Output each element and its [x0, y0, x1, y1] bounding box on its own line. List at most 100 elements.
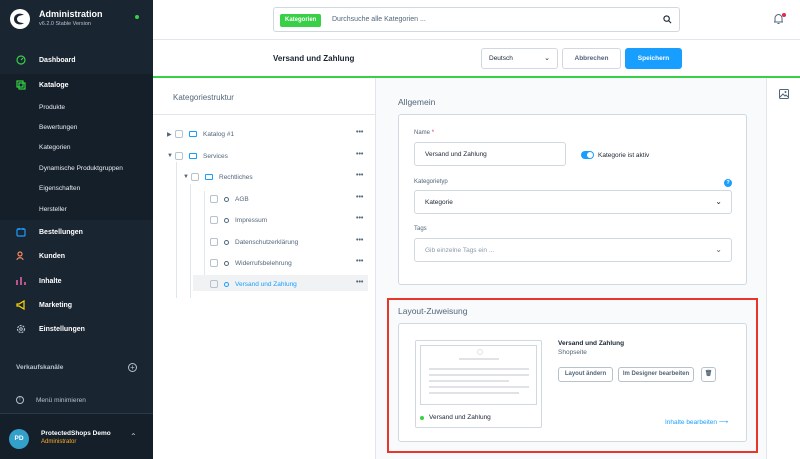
- catalog-icon: [16, 80, 26, 90]
- user-profile[interactable]: PD ProtectedShops Demo Administrator ⌃: [0, 413, 153, 459]
- search-icon[interactable]: [663, 15, 672, 24]
- app-version: v6.2.0 Stable Version: [39, 21, 91, 27]
- general-section-title: Allgemein: [398, 97, 436, 107]
- save-button[interactable]: Speichern: [625, 48, 682, 69]
- user-name: ProtectedShops Demo: [41, 430, 111, 437]
- tags-input[interactable]: Gib einzelne Tags ein ... ⌄: [414, 238, 732, 262]
- language-value: Deutsch: [489, 55, 513, 62]
- category-type-select[interactable]: Kategorie ⌄: [414, 190, 732, 214]
- category-tree-panel: Kategoriestruktur ▶ Katalog #1 ••• ▼ Ser…: [153, 78, 376, 459]
- tree-checkbox[interactable]: [210, 216, 218, 224]
- user-role: Administrator: [41, 439, 77, 445]
- tree-item-label: Rechtliches: [219, 173, 253, 181]
- sub-eigenschaften[interactable]: Eigenschaften: [39, 185, 80, 192]
- nav-dashboard[interactable]: Dashboard: [0, 49, 153, 71]
- tree-item-agb[interactable]: AGB: [210, 192, 249, 206]
- add-sales-channel-icon[interactable]: +: [128, 363, 137, 372]
- type-label: Kategorietyp: [414, 179, 448, 185]
- nav-bestellungen[interactable]: Bestellungen: [0, 221, 153, 243]
- context-menu-button[interactable]: •••: [356, 279, 363, 286]
- tree-checkbox[interactable]: [210, 259, 218, 267]
- chevron-down-icon: ⌄: [544, 55, 550, 62]
- nav-inhalte-label: Inhalte: [39, 277, 62, 285]
- context-menu-button[interactable]: •••: [356, 237, 363, 244]
- name-field[interactable]: Versand und Zahlung: [414, 142, 566, 166]
- search-input[interactable]: Durchsuche alle Kategorien ...: [332, 16, 426, 23]
- context-menu-button[interactable]: •••: [356, 172, 363, 179]
- sub-kategorien[interactable]: Kategorien: [39, 144, 70, 151]
- sub-dynamische-produktgruppen[interactable]: Dynamische Produktgruppen: [39, 165, 123, 172]
- topbar: Kategorien Durchsuche alle Kategorien ..…: [153, 0, 800, 40]
- minimize-menu-label: Menü minimieren: [36, 396, 86, 404]
- nav-kunden-label: Kunden: [39, 252, 66, 260]
- page-icon: [224, 196, 229, 202]
- page-header: Versand und Zahlung Deutsch ⌄ Abbrechen …: [153, 40, 800, 78]
- sub-bewertungen[interactable]: Bewertungen: [39, 124, 77, 131]
- tree-checkbox[interactable]: [210, 195, 218, 203]
- catalog-submenu: Produkte Bewertungen Kategorien Dynamisc…: [0, 96, 153, 220]
- nav-marketing[interactable]: Marketing: [0, 294, 153, 316]
- tree-checkbox[interactable]: [191, 173, 199, 181]
- nav-inhalte[interactable]: Inhalte: [0, 270, 153, 292]
- nav-kataloge-label: Kataloge: [39, 81, 69, 89]
- tree-item-rechtliches[interactable]: ▼ Rechtliches: [183, 170, 253, 184]
- language-select[interactable]: Deutsch ⌄: [481, 48, 558, 69]
- chevron-down-icon[interactable]: ▼: [183, 174, 191, 180]
- search-bar[interactable]: Kategorien Durchsuche alle Kategorien ..…: [273, 7, 680, 32]
- nav-kataloge[interactable]: Kataloge: [0, 74, 153, 96]
- active-toggle[interactable]: [581, 151, 594, 159]
- notification-badge: [782, 13, 786, 17]
- chevron-down-icon[interactable]: ▼: [167, 153, 175, 159]
- orders-icon: [16, 228, 26, 237]
- sub-hersteller[interactable]: Hersteller: [39, 206, 67, 213]
- tree-item-impressum[interactable]: Impressum: [210, 213, 267, 227]
- context-menu-button[interactable]: •••: [356, 129, 363, 136]
- cancel-button[interactable]: Abbrechen: [562, 48, 621, 69]
- shopware-logo[interactable]: [10, 9, 30, 29]
- tree-item-label: Katalog #1: [203, 130, 235, 138]
- help-icon[interactable]: ?: [724, 179, 732, 187]
- page-icon: [224, 239, 229, 245]
- sub-produkte[interactable]: Produkte: [39, 104, 65, 111]
- minimize-menu-button[interactable]: ! Menü minimieren: [16, 396, 86, 404]
- avatar: PD: [9, 429, 29, 449]
- context-menu-button[interactable]: •••: [356, 215, 363, 222]
- page-icon: [224, 217, 229, 223]
- image-icon[interactable]: [779, 89, 789, 99]
- page-icon: [224, 260, 229, 266]
- content-icon: [16, 277, 26, 285]
- sales-channels-heading: Verkaufskanäle: [16, 364, 64, 371]
- page-title: Versand und Zahlung: [273, 54, 355, 63]
- nav-einstellungen[interactable]: Einstellungen: [0, 318, 153, 340]
- nav-einstellungen-label: Einstellungen: [39, 325, 85, 333]
- tree-item-label: Versand und Zahlung: [235, 280, 297, 288]
- chevron-right-icon[interactable]: ▶: [167, 131, 175, 138]
- nav-marketing-label: Marketing: [39, 301, 73, 309]
- tree-item-services[interactable]: ▼ Services: [167, 149, 228, 163]
- tree-checkbox[interactable]: [175, 130, 183, 138]
- divider: [153, 114, 376, 115]
- tree-item-katalog[interactable]: ▶ Katalog #1: [167, 127, 234, 141]
- context-menu-button[interactable]: •••: [356, 258, 363, 265]
- tree-item-versand[interactable]: Versand und Zahlung: [210, 277, 297, 291]
- megaphone-icon: [16, 300, 25, 310]
- chevron-up-icon[interactable]: ⌃: [130, 432, 137, 441]
- context-menu-button[interactable]: •••: [356, 151, 363, 158]
- tree-item-datenschutz[interactable]: Datenschutzerklärung: [210, 235, 298, 249]
- tree-checkbox[interactable]: [210, 280, 218, 288]
- chevron-down-icon: ⌄: [715, 245, 722, 254]
- status-indicator: [135, 15, 139, 19]
- tree-checkbox[interactable]: [210, 238, 218, 246]
- tree-checkbox[interactable]: [175, 152, 183, 160]
- tree-item-label: Services: [203, 152, 228, 160]
- context-menu-button[interactable]: •••: [356, 194, 363, 201]
- category-type-value: Kategorie: [425, 199, 453, 206]
- name-label-text: Name: [414, 130, 431, 136]
- tree-item-label: Datenschutzerklärung: [235, 238, 299, 246]
- dashboard-icon: [16, 55, 26, 65]
- tree-item-label: AGB: [235, 195, 249, 203]
- tree-item-widerruf[interactable]: Widerrufsbelehrung: [210, 256, 292, 270]
- search-type-tag[interactable]: Kategorien: [280, 14, 322, 27]
- nav-kunden[interactable]: Kunden: [0, 245, 153, 267]
- folder-open-icon: [205, 174, 213, 180]
